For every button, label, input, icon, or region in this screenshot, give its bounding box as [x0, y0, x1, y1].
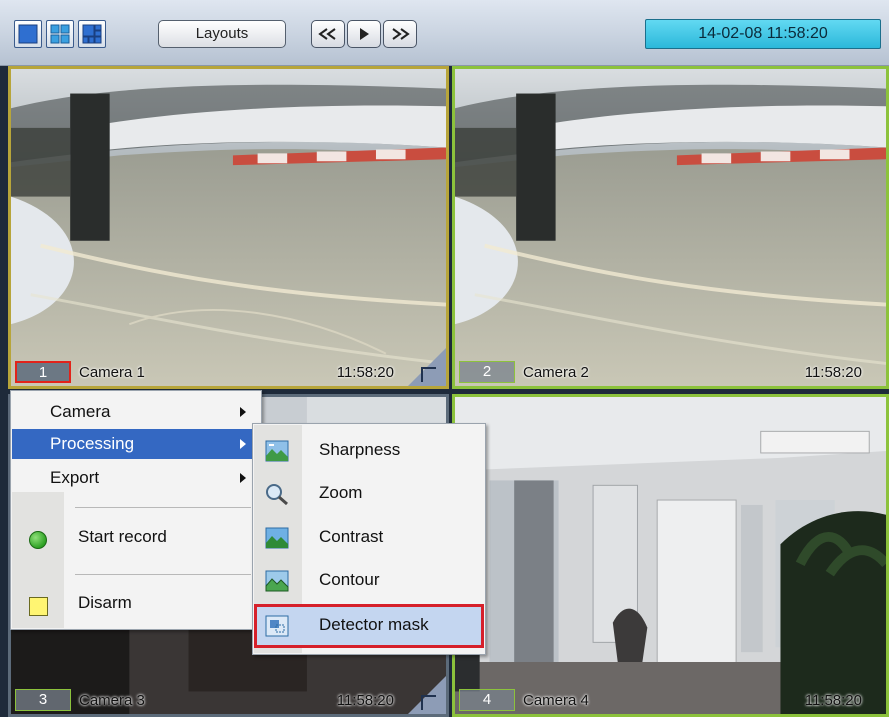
camera-footer-2: 2 Camera 2 11:58:20	[455, 358, 886, 386]
contrast-icon	[265, 527, 289, 549]
playback-controls	[311, 20, 417, 48]
grid-2x2-icon	[50, 24, 70, 44]
single-view-button[interactable]	[14, 20, 42, 48]
camera-feed-2	[455, 69, 886, 386]
menu-separator	[75, 574, 251, 575]
submenu-item-label: Detector mask	[319, 615, 429, 634]
play-icon	[360, 28, 369, 40]
submenu-arrow-icon	[240, 439, 246, 449]
contour-icon	[265, 570, 289, 592]
grid-2x2-button[interactable]	[46, 20, 74, 48]
camera-number-badge[interactable]: 3	[15, 689, 71, 711]
camera-menu-corner-icon[interactable]	[408, 676, 446, 714]
sharpness-icon	[265, 440, 289, 462]
menu-item-label: Export	[50, 468, 100, 487]
grid-mixed-icon	[82, 24, 102, 44]
camera-number-badge[interactable]: 1	[15, 361, 71, 383]
camera-view-1[interactable]: 1 Camera 1 11:58:20	[8, 66, 449, 389]
menu-item-label: Start record	[78, 527, 167, 546]
processing-submenu: Sharpness Zoom Contrast Contour Detector…	[252, 423, 486, 655]
menu-item-label: Camera	[50, 402, 111, 421]
datetime-display: 14-02-08 11:58:20	[645, 19, 881, 49]
camera-feed-1	[11, 69, 446, 386]
camera-menu-corner-icon[interactable]	[408, 348, 446, 386]
play-button[interactable]	[347, 20, 381, 48]
submenu-item-zoom[interactable]: Zoom	[254, 472, 484, 514]
green-circle-icon	[29, 531, 47, 549]
menu-item-start-record[interactable]: Start record	[12, 514, 260, 566]
submenu-item-contour[interactable]: Contour	[254, 559, 484, 601]
submenu-item-detector-mask[interactable]: Detector mask	[254, 604, 484, 648]
camera-footer-1: 1 Camera 1 11:58:20	[11, 358, 446, 386]
menu-item-label: Processing	[50, 434, 135, 453]
camera-number-badge[interactable]: 2	[459, 361, 515, 383]
zoom-icon	[266, 484, 288, 505]
toolbar: Layouts 14-02-08 11:58:20	[0, 0, 889, 66]
detector-mask-icon	[265, 615, 289, 637]
camera-name: Camera 4	[523, 691, 589, 709]
submenu-item-label: Zoom	[319, 483, 363, 502]
camera-view-4[interactable]: 4 Camera 4 11:58:20	[452, 394, 889, 717]
camera-time: 11:58:20	[336, 363, 394, 381]
menu-item-processing[interactable]: Processing	[12, 429, 260, 459]
camera-name: Camera 2	[523, 363, 589, 381]
menu-item-label: Disarm	[78, 593, 132, 612]
menu-item-export[interactable]: Export	[12, 463, 260, 493]
submenu-item-contrast[interactable]: Contrast	[254, 516, 484, 558]
single-view-icon	[18, 24, 38, 44]
menu-separator	[75, 507, 251, 508]
menu-item-disarm[interactable]: Disarm	[12, 580, 260, 632]
layouts-button[interactable]: Layouts	[158, 20, 286, 48]
submenu-item-label: Contour	[319, 570, 380, 589]
camera-time: 11:58:20	[804, 691, 862, 709]
camera-feed-4	[455, 397, 886, 714]
camera-footer-3: 3 Camera 3 11:58:20	[11, 686, 446, 714]
submenu-item-sharpness[interactable]: Sharpness	[254, 429, 484, 471]
camera-view-2[interactable]: 2 Camera 2 11:58:20	[452, 66, 889, 389]
submenu-arrow-icon	[240, 407, 246, 417]
camera-name: Camera 1	[79, 363, 145, 381]
fast-forward-icon	[392, 28, 410, 40]
menu-item-camera[interactable]: Camera	[12, 397, 260, 427]
camera-name: Camera 3	[79, 691, 145, 709]
submenu-item-label: Contrast	[319, 527, 384, 546]
camera-time: 11:58:20	[804, 363, 862, 381]
camera-number-badge[interactable]: 4	[459, 689, 515, 711]
submenu-arrow-icon	[240, 473, 246, 483]
camera-context-menu: Camera Processing Export Start record Di…	[10, 390, 262, 630]
grid-mixed-button[interactable]	[78, 20, 106, 48]
fast-forward-button[interactable]	[383, 20, 417, 48]
camera-footer-4: 4 Camera 4 11:58:20	[455, 686, 886, 714]
rewind-button[interactable]	[311, 20, 345, 48]
yellow-square-icon	[29, 597, 48, 616]
camera-time: 11:58:20	[336, 691, 394, 709]
submenu-item-label: Sharpness	[319, 440, 401, 459]
rewind-icon	[318, 28, 336, 40]
